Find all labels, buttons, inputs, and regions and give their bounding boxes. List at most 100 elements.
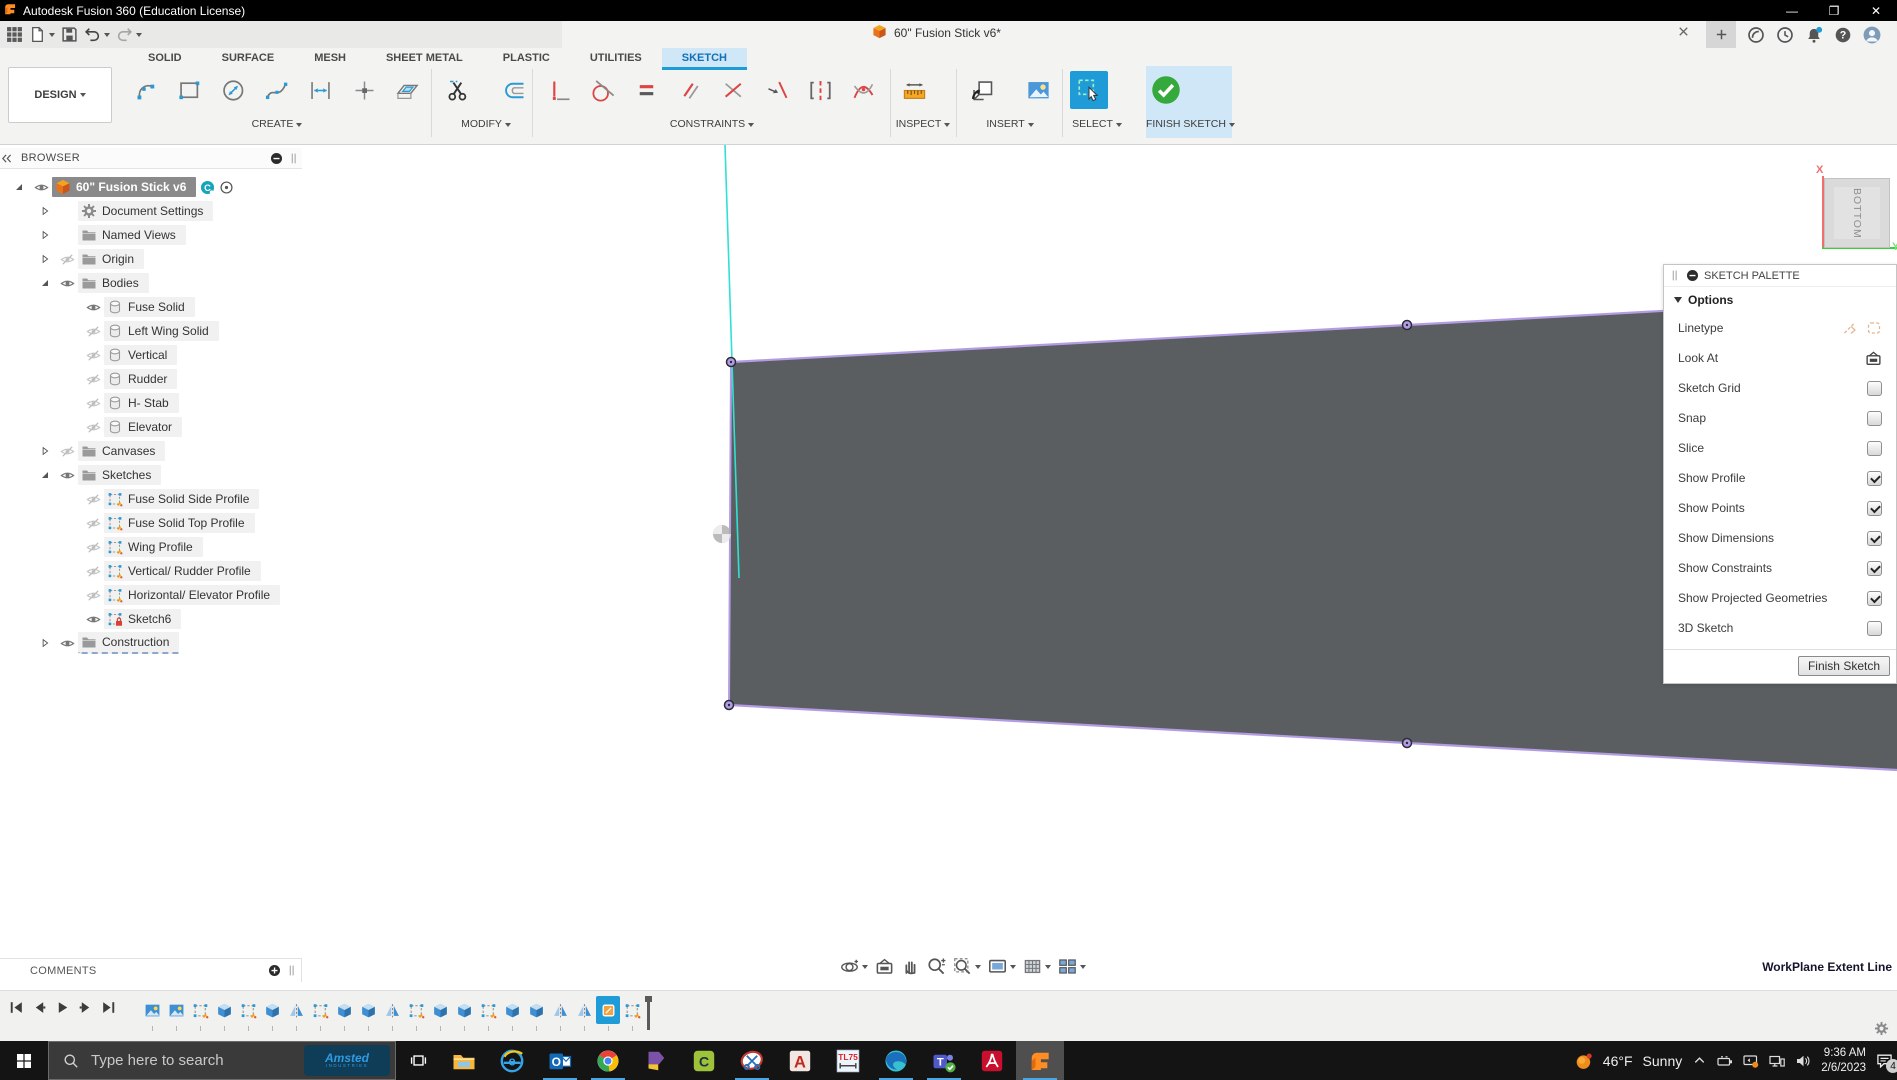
- network-icon[interactable]: [1769, 1053, 1785, 1069]
- project-tool[interactable]: [390, 72, 426, 108]
- help-icon[interactable]: ?: [1834, 26, 1852, 44]
- play-icon[interactable]: [54, 999, 71, 1016]
- eye-off-icon[interactable]: [86, 540, 101, 555]
- group-label-select[interactable]: SELECT: [1068, 118, 1126, 130]
- circ-plus-icon[interactable]: [268, 964, 281, 977]
- timeline-feature-mirror[interactable]: [284, 996, 308, 1024]
- lookat-icon[interactable]: [1865, 350, 1882, 367]
- go-to-start-icon[interactable]: [8, 999, 25, 1016]
- perpendicular-tool[interactable]: [716, 72, 752, 108]
- step-forward-icon[interactable]: [77, 999, 94, 1016]
- taskbar-app-fusion-360[interactable]: [1016, 1041, 1064, 1080]
- task-view-button[interactable]: [396, 1041, 440, 1080]
- browser-item-sketches[interactable]: Sketches: [0, 463, 302, 487]
- minimize-button[interactable]: —: [1771, 0, 1813, 21]
- insert-derive-tool[interactable]: [964, 72, 1000, 108]
- eye-on-icon[interactable]: [60, 468, 75, 483]
- timeline-feature-extrude[interactable]: [260, 996, 284, 1024]
- notifications-icon[interactable]: [1805, 26, 1823, 44]
- timeline-feature-extrude[interactable]: [428, 996, 452, 1024]
- insert-canvas-tool[interactable]: [1020, 72, 1056, 108]
- browser-item-canvases[interactable]: Canvases: [0, 439, 302, 463]
- document-tab-close-icon[interactable]: [1676, 24, 1691, 39]
- taskbar-app-purple-app[interactable]: [632, 1041, 680, 1080]
- weather-temp[interactable]: 46°F: [1603, 1053, 1633, 1069]
- grid-settings-button[interactable]: [1023, 957, 1051, 976]
- exp-open-icon[interactable]: [39, 277, 51, 289]
- eye-on-icon[interactable]: [34, 180, 49, 195]
- orbit-button[interactable]: [840, 957, 868, 976]
- eye-off-icon[interactable]: [60, 444, 75, 459]
- timeline-feature-extrude[interactable]: [452, 996, 476, 1024]
- 3d-sketch-checkbox[interactable]: [1867, 621, 1882, 636]
- browser-item-origin[interactable]: Origin: [0, 247, 302, 271]
- grip-icon[interactable]: [287, 152, 300, 165]
- taskbar-app-snipping-tool[interactable]: [728, 1041, 776, 1080]
- eye-on-icon[interactable]: [60, 636, 75, 651]
- exp-closed-icon[interactable]: [39, 205, 51, 217]
- step-back-icon[interactable]: [31, 999, 48, 1016]
- measure-tool[interactable]: [896, 72, 932, 108]
- group-label-inspect[interactable]: INSPECT: [894, 118, 952, 130]
- group-label-finish-sketch[interactable]: FINISH SKETCH: [1146, 118, 1232, 130]
- taskbar-search[interactable]: Type here to search Amsted INDUSTRIES: [48, 1041, 396, 1080]
- timeline-feature-mirror[interactable]: [572, 996, 596, 1024]
- browser-item-rudder[interactable]: Rudder: [0, 367, 302, 391]
- taskbar-app-teams[interactable]: T: [920, 1041, 968, 1080]
- tab-utilities[interactable]: UTILITIES: [570, 48, 662, 68]
- linetype-a-icon[interactable]: [1842, 320, 1858, 336]
- tangent-tool[interactable]: [585, 72, 621, 108]
- taskbar-app-internet-explorer[interactable]: e: [488, 1041, 536, 1080]
- show-dimensions-checkbox[interactable]: [1867, 531, 1882, 546]
- eye-off-icon[interactable]: [86, 420, 101, 435]
- timeline-feature-sketch[interactable]: [620, 996, 644, 1024]
- coincident-tool[interactable]: [759, 72, 795, 108]
- eye-on-icon[interactable]: [60, 276, 75, 291]
- browser-item-fuse-solid-side-profile[interactable]: Fuse Solid Side Profile: [0, 487, 302, 511]
- eye-on-icon[interactable]: [86, 300, 101, 315]
- parallel-tool[interactable]: [672, 72, 708, 108]
- timeline-feature-extrude[interactable]: [524, 996, 548, 1024]
- browser-item-fuse-solid[interactable]: Fuse Solid: [0, 295, 302, 319]
- browser-item-document-settings[interactable]: Document Settings: [0, 199, 302, 223]
- viewports-button[interactable]: [1058, 957, 1086, 976]
- profile-icon[interactable]: [1863, 26, 1881, 44]
- slice-checkbox[interactable]: [1867, 441, 1882, 456]
- restore-button[interactable]: ❐: [1813, 0, 1855, 21]
- taskbar-app-autocad[interactable]: A: [776, 1041, 824, 1080]
- eye-off-icon[interactable]: [86, 324, 101, 339]
- comments-panel[interactable]: COMMENTS: [0, 958, 302, 982]
- browser-item-horizontal-elevator-profile[interactable]: Horizontal/ Elevator Profile: [0, 583, 302, 607]
- point-tool[interactable]: [346, 72, 382, 108]
- job-status-icon[interactable]: [1776, 26, 1794, 44]
- sketch-dimension-tool[interactable]: [303, 72, 339, 108]
- timeline-feature-canvas[interactable]: [164, 996, 188, 1024]
- speaker-icon[interactable]: [1795, 1053, 1811, 1069]
- browser-item-left-wing-solid[interactable]: Left Wing Solid: [0, 319, 302, 343]
- symmetry-tool[interactable]: [803, 72, 839, 108]
- tab-solid[interactable]: SOLID: [128, 48, 202, 68]
- design-menu-button[interactable]: DESIGN: [8, 67, 112, 123]
- view-cube-face[interactable]: BOTTOM: [1824, 178, 1890, 248]
- finish-sketch-tool[interactable]: [1148, 72, 1184, 108]
- browser-item-named-views[interactable]: Named Views: [0, 223, 302, 247]
- go-to-end-icon[interactable]: [100, 999, 117, 1016]
- eye-off-icon[interactable]: [86, 516, 101, 531]
- timeline-feature-sketch[interactable]: [236, 996, 260, 1024]
- taskbar-app-cura[interactable]: C: [680, 1041, 728, 1080]
- exp-open-icon[interactable]: [39, 469, 51, 481]
- model-viewport[interactable]: BROWSER 60" Fusion Stick v6CDocument Set…: [0, 145, 1897, 990]
- eye-off-icon[interactable]: [86, 396, 101, 411]
- undo-button[interactable]: [84, 26, 110, 43]
- start-button[interactable]: [0, 1041, 48, 1080]
- select-tool[interactable]: [1070, 71, 1108, 109]
- save-button[interactable]: [61, 26, 78, 43]
- show-constraints-checkbox[interactable]: [1867, 561, 1882, 576]
- timeline-feature-canvas[interactable]: [140, 996, 164, 1024]
- group-label-modify[interactable]: MODIFY: [438, 118, 534, 130]
- group-label-insert[interactable]: INSERT: [962, 118, 1058, 130]
- equal-tool[interactable]: [629, 72, 665, 108]
- timeline-feature-sketch-active[interactable]: [596, 996, 620, 1024]
- view-cube[interactable]: X Y BOTTOM: [1800, 150, 1897, 268]
- curvature-tool[interactable]: [846, 72, 882, 108]
